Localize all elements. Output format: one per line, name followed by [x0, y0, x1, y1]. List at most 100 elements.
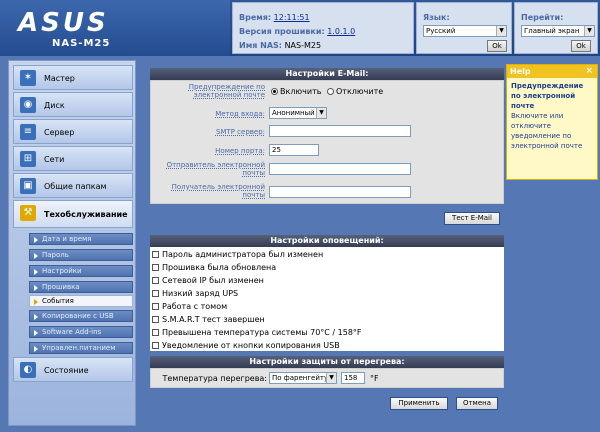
goto-select[interactable]: Главный экран ▼ — [521, 25, 595, 37]
submenu-settings[interactable]: Настройки — [29, 265, 133, 277]
sidebar-item-disk[interactable]: ◉ Диск — [13, 92, 133, 117]
sender-email-label: Отправитель электронной почты — [166, 161, 265, 177]
triangle-right-icon — [34, 269, 38, 275]
triangle-right-icon — [34, 285, 38, 291]
submenu-software-addins[interactable]: Software Add-ins — [29, 326, 133, 338]
goto-selected: Главный экран — [524, 27, 580, 35]
overheat-temp-input[interactable]: 158 — [341, 372, 365, 384]
triangle-right-icon — [34, 237, 38, 243]
disk-icon: ◉ — [20, 97, 36, 113]
page: ASUS NAS-M25 Время: 12:11:51 Версия прош… — [0, 0, 600, 432]
email-disable-radio[interactable]: Отключите — [327, 87, 383, 96]
time-link[interactable]: 12:11:51 — [274, 13, 310, 22]
triangle-right-icon — [34, 346, 38, 352]
time-label: Время: — [239, 13, 272, 22]
sidebar-item-maintenance[interactable]: ⚒ Техобслуживание — [13, 200, 133, 228]
sidebar-item-shared-folders[interactable]: ▣ Общие папкам — [13, 173, 133, 198]
notify-section-title: Настройки оповещений: — [150, 235, 504, 247]
language-select[interactable]: Русский ▼ — [423, 25, 507, 37]
triangle-right-icon — [34, 253, 38, 259]
login-method-selected: Анонимный — [272, 109, 315, 117]
port-number-input[interactable]: 25 — [269, 144, 319, 156]
wand-icon: ✶ — [20, 70, 36, 86]
sidebar-item-wizard[interactable]: ✶ Мастер — [13, 65, 133, 90]
checkbox-icon — [152, 316, 159, 323]
language-ok-button[interactable]: Ok — [487, 40, 507, 52]
temperature-unit-label: °F — [370, 374, 379, 383]
overheat-form: Температура перегрева: По фаренгейту ▼ 1… — [150, 368, 504, 388]
nas-name-row: Имя NAS: NAS-M25 — [239, 41, 321, 50]
language-selected: Русский — [426, 27, 456, 35]
test-email-button[interactable]: Тест E-Mail — [444, 212, 500, 225]
submenu-events[interactable]: События — [29, 295, 133, 307]
notify-firmware-updated-checkbox[interactable]: Прошивка была обновлена — [152, 263, 276, 272]
submenu-password[interactable]: Пароль — [29, 249, 133, 261]
recipient-email-label: Получатель электронной почты — [171, 183, 265, 199]
email-form: Предупреждение по электронной почте Вклю… — [150, 80, 504, 204]
sidebar: ✶ Мастер ◉ Диск ≡ Сервер ⊞ Сети ▣ Общие … — [8, 60, 136, 426]
triangle-right-icon — [34, 299, 38, 305]
checkbox-icon — [152, 277, 159, 284]
submenu-date-time[interactable]: Дата и время — [29, 233, 133, 245]
sidebar-item-server[interactable]: ≡ Сервер — [13, 119, 133, 144]
checkbox-icon — [152, 342, 159, 349]
system-info: Время: 12:11:51 Версия прошивки: 1.0.1.0… — [232, 2, 414, 54]
sidebar-item-status[interactable]: ◐ Состояние — [13, 357, 133, 382]
goto-ok-button[interactable]: Ok — [571, 40, 591, 52]
help-panel: Help × Предупреждение по электронной поч… — [506, 64, 598, 180]
submenu-power-management[interactable]: Управлен.питанием — [29, 342, 133, 354]
sidebar-item-network[interactable]: ⊞ Сети — [13, 146, 133, 171]
radio-checked-icon — [271, 88, 278, 95]
notify-admin-password-checkbox[interactable]: Пароль администратора был изменен — [152, 250, 323, 259]
help-header: Help × — [507, 65, 597, 78]
firmware-label: Версия прошивки: — [239, 27, 325, 36]
notify-smart-test-checkbox[interactable]: S.M.A.R.T тест завершен — [152, 315, 265, 324]
server-icon: ≡ — [20, 124, 36, 140]
language-label: Язык: — [423, 13, 450, 22]
submenu-usb-copy[interactable]: Копирование с USB — [29, 310, 133, 322]
firmware-link[interactable]: 1.0.1.0 — [327, 27, 355, 36]
notify-ip-changed-checkbox[interactable]: Сетевой IP был изменен — [152, 276, 264, 285]
sidebar-item-label: Состояние — [44, 366, 89, 375]
help-title: Предупреждение по электронной почте — [511, 82, 584, 110]
close-icon[interactable]: × — [585, 65, 593, 78]
port-number-label: Номер порта: — [215, 147, 265, 155]
chevron-down-icon: ▼ — [316, 108, 326, 118]
email-section-title: Настройки E-Mail: — [150, 68, 504, 80]
sender-email-input[interactable] — [269, 163, 411, 175]
sidebar-item-label: Техобслуживание — [44, 210, 128, 219]
overheat-temp-label: Температура перегрева: — [162, 374, 267, 383]
smtp-server-input[interactable] — [269, 125, 411, 137]
sidebar-item-label: Сервер — [44, 128, 75, 137]
checkbox-icon — [152, 329, 159, 336]
goto-label: Перейти: — [521, 13, 564, 22]
notify-temperature-checkbox[interactable]: Превышена температура системы 70°C / 158… — [152, 328, 362, 337]
model-name: NAS-M25 — [52, 38, 111, 49]
notify-usb-copy-checkbox[interactable]: Уведомление от кнопки копирования USB — [152, 341, 340, 350]
login-method-label: Метод входа: — [215, 110, 265, 118]
time-row: Время: 12:11:51 — [239, 13, 310, 22]
sidebar-item-label: Общие папкам — [44, 182, 107, 191]
submenu-firmware[interactable]: Прошивка — [29, 281, 133, 293]
goto-box: Перейти: Главный экран ▼ Ok — [514, 2, 598, 54]
notify-list: Пароль администратора был изменен Прошив… — [150, 247, 504, 351]
checkbox-icon — [152, 251, 159, 258]
logo-area: ASUS NAS-M25 — [0, 0, 230, 56]
login-method-select[interactable]: Анонимный ▼ — [269, 107, 327, 119]
chevron-down-icon: ▼ — [584, 26, 594, 36]
recipient-email-input[interactable] — [269, 186, 411, 198]
triangle-right-icon — [34, 314, 38, 320]
chevron-down-icon: ▼ — [326, 373, 336, 383]
notify-ups-low-checkbox[interactable]: Низкий заряд UPS — [152, 289, 238, 298]
cancel-button[interactable]: Отмена — [456, 397, 498, 410]
sidebar-item-label: Мастер — [44, 74, 75, 83]
language-box: Язык: Русский ▼ Ok — [416, 2, 512, 54]
apply-button[interactable]: Применить — [390, 397, 448, 410]
sidebar-item-label: Диск — [44, 101, 65, 110]
temperature-unit-select[interactable]: По фаренгейту ▼ — [269, 372, 337, 384]
checkbox-icon — [152, 290, 159, 297]
shared-folder-icon: ▣ — [20, 178, 36, 194]
triangle-right-icon — [34, 330, 38, 336]
notify-volume-checkbox[interactable]: Работа с томом — [152, 302, 227, 311]
email-enable-radio[interactable]: Включить — [271, 87, 321, 96]
